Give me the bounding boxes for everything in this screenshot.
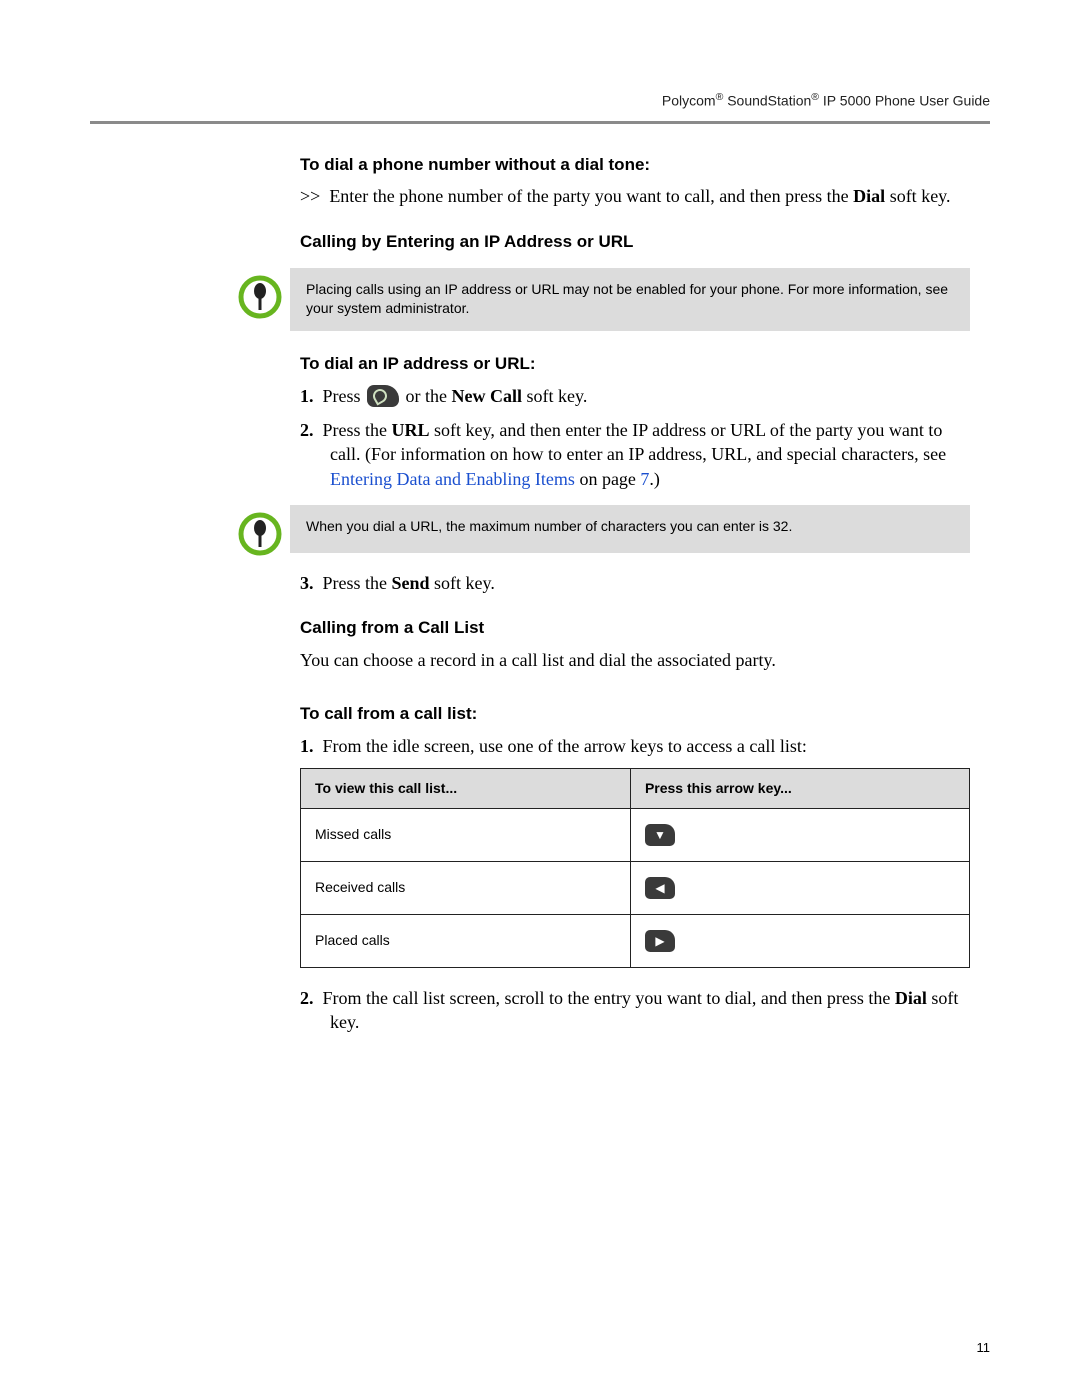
heading-call-ip-url: Calling by Entering an IP Address or URL [300, 231, 970, 254]
para-calling-from-list: You can choose a record in a call list a… [300, 648, 970, 672]
note-box-ip-url: Placing calls using an IP address or URL… [290, 268, 970, 331]
step-call-list-1: 1. From the idle screen, use one of the … [300, 734, 970, 758]
pushpin-icon [230, 268, 290, 320]
heading-to-call-list: To call from a call list: [300, 703, 970, 726]
steps-dial-ip-url: 1. Press or the New Call soft key. 2. Pr… [300, 384, 970, 491]
note-url-length: When you dial a URL, the maximum number … [230, 505, 970, 557]
steps-call-list-cont: 2. From the call list screen, scroll to … [300, 986, 970, 1035]
note-box-url-length: When you dial a URL, the maximum number … [290, 505, 970, 553]
main-content: To dial a phone number without a dial to… [300, 154, 970, 1035]
step-3: 3. Press the Send soft key. [300, 571, 970, 595]
pushpin-icon [230, 505, 290, 557]
heading-dial-no-tone: To dial a phone number without a dial to… [300, 154, 970, 177]
step-call-list-2: 2. From the call list screen, scroll to … [300, 986, 970, 1035]
table-row: Received calls ◀ [301, 861, 970, 914]
heading-calling-from-list: Calling from a Call List [300, 617, 970, 640]
th-arrow-key: Press this arrow key... [630, 768, 969, 808]
table-row: Missed calls ▼ [301, 808, 970, 861]
header-rule [90, 121, 990, 124]
call-list-table: To view this call list... Press this arr… [300, 768, 970, 968]
running-header: Polycom® SoundStation® IP 5000 Phone Use… [90, 90, 990, 111]
note-ip-url: Placing calls using an IP address or URL… [230, 268, 970, 331]
step-dial-no-tone: >> Enter the phone number of the party y… [300, 184, 970, 208]
page-number: 11 [977, 1339, 991, 1357]
th-call-list: To view this call list... [301, 768, 631, 808]
document-page: Polycom® SoundStation® IP 5000 Phone Use… [0, 0, 1080, 1397]
arrow-down-key-icon: ▼ [645, 824, 675, 846]
arrow-left-key-icon: ◀ [645, 877, 675, 899]
steps-call-list: 1. From the idle screen, use one of the … [300, 734, 970, 758]
step-2: 2. Press the URL soft key, and then ente… [300, 418, 970, 491]
link-entering-data[interactable]: Entering Data and Enabling Items [330, 469, 575, 489]
steps-dial-ip-url-cont: 3. Press the Send soft key. [300, 571, 970, 595]
step-1: 1. Press or the New Call soft key. [300, 384, 970, 408]
heading-dial-ip-url: To dial an IP address or URL: [300, 353, 970, 376]
table-row: Placed calls ▶ [301, 914, 970, 967]
handset-key-icon [367, 385, 399, 407]
arrow-right-key-icon: ▶ [645, 930, 675, 952]
